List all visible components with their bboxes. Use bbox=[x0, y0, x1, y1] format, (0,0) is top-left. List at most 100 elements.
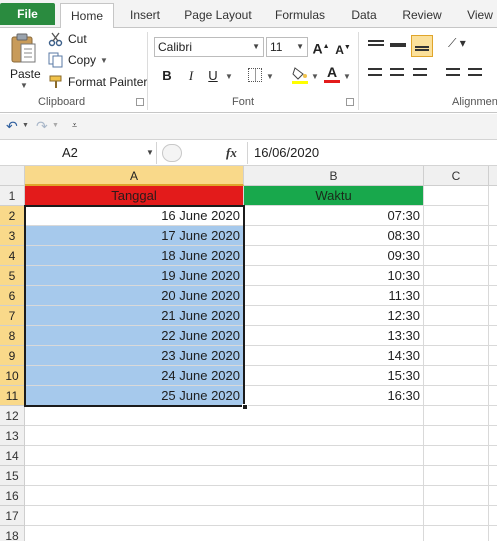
decrease-indent-button[interactable] bbox=[446, 68, 462, 82]
align-center-button[interactable] bbox=[390, 68, 406, 82]
redo-icon[interactable]: ↷ bbox=[36, 118, 48, 135]
row-header[interactable]: 2 bbox=[0, 206, 25, 226]
row-header[interactable]: 6 bbox=[0, 286, 25, 306]
row-header[interactable]: 10 bbox=[0, 366, 25, 386]
cell-date[interactable]: 16 June 2020 bbox=[25, 206, 244, 226]
name-box[interactable]: A2 ▼ bbox=[0, 142, 157, 164]
tab-page-layout[interactable]: Page Layout bbox=[180, 3, 256, 28]
cell-time[interactable]: 15:30 bbox=[244, 366, 424, 386]
cell-date[interactable]: 20 June 2020 bbox=[25, 286, 244, 306]
font-family-select[interactable]: Calibri ▼ bbox=[154, 37, 264, 57]
align-bottom-icon bbox=[415, 46, 429, 51]
cell-time[interactable]: 11:30 bbox=[244, 286, 424, 306]
cell-time[interactable]: 10:30 bbox=[244, 266, 424, 286]
tab-data[interactable]: Data bbox=[345, 3, 383, 28]
align-left-button[interactable] bbox=[368, 68, 384, 82]
tab-file[interactable]: File bbox=[0, 3, 55, 25]
row-header[interactable]: 8 bbox=[0, 326, 25, 346]
column-header-c[interactable]: C bbox=[424, 166, 489, 186]
underline-button[interactable]: U bbox=[204, 66, 222, 86]
cell-date[interactable]: 25 June 2020 bbox=[25, 386, 244, 406]
row-header[interactable]: 1 bbox=[0, 186, 25, 206]
text-orientation-icon: ⟋ ▾ bbox=[448, 36, 466, 50]
cell-date[interactable]: 18 June 2020 bbox=[25, 246, 244, 266]
font-color-button[interactable]: A bbox=[324, 64, 340, 84]
alignment-group-label: Alignmen bbox=[452, 96, 497, 108]
tab-home[interactable]: Home bbox=[60, 3, 114, 29]
bold-button[interactable]: B bbox=[158, 66, 176, 86]
select-all-corner[interactable] bbox=[0, 166, 25, 186]
clipboard-launcher-icon[interactable] bbox=[136, 98, 144, 106]
chevron-down-icon[interactable]: ▼ bbox=[22, 122, 29, 129]
column-header-a[interactable]: A bbox=[25, 166, 244, 186]
borders-button[interactable] bbox=[248, 68, 262, 82]
chevron-down-icon[interactable]: ▼ bbox=[52, 122, 59, 129]
tab-review[interactable]: Review bbox=[398, 3, 446, 28]
formula-bar-splitter[interactable] bbox=[162, 144, 182, 162]
chevron-down-icon: ▼ bbox=[311, 72, 319, 81]
align-right-button[interactable] bbox=[413, 68, 429, 82]
row-header[interactable]: 7 bbox=[0, 306, 25, 326]
cut-button[interactable]: Cut bbox=[48, 31, 87, 47]
row-header[interactable]: 11 bbox=[0, 386, 25, 406]
cell-time[interactable]: 14:30 bbox=[244, 346, 424, 366]
cell-date[interactable]: 21 June 2020 bbox=[25, 306, 244, 326]
align-top-button[interactable] bbox=[368, 38, 384, 52]
font-launcher-icon[interactable] bbox=[346, 98, 354, 106]
align-left-icon bbox=[368, 68, 382, 76]
align-middle-button[interactable] bbox=[390, 38, 406, 52]
chevron-down-icon: ▼ bbox=[266, 72, 274, 81]
cell-time[interactable]: 13:30 bbox=[244, 326, 424, 346]
align-top-icon bbox=[368, 40, 384, 46]
row-header[interactable]: 18 bbox=[0, 526, 25, 541]
row-header[interactable]: 16 bbox=[0, 486, 25, 506]
cell-date[interactable]: 23 June 2020 bbox=[25, 346, 244, 366]
align-bottom-button[interactable] bbox=[411, 35, 433, 57]
cell-date[interactable]: 24 June 2020 bbox=[25, 366, 244, 386]
column-header-d[interactable] bbox=[489, 166, 497, 186]
copy-button[interactable]: Copy ▼ bbox=[48, 52, 108, 68]
row-header[interactable]: 9 bbox=[0, 346, 25, 366]
formula-input[interactable]: 16/06/2020 bbox=[247, 142, 497, 164]
row-header[interactable]: 13 bbox=[0, 426, 25, 446]
row-header[interactable]: 4 bbox=[0, 246, 25, 266]
tab-view[interactable]: View bbox=[462, 3, 497, 28]
paste-button[interactable]: Paste ▼ bbox=[6, 32, 42, 90]
cell-time[interactable]: 09:30 bbox=[244, 246, 424, 266]
row-header[interactable]: 12 bbox=[0, 406, 25, 426]
group-divider bbox=[147, 32, 148, 110]
grow-font-button[interactable]: A▲ bbox=[312, 37, 330, 57]
row-header[interactable]: 5 bbox=[0, 266, 25, 286]
insert-function-icon[interactable]: fx bbox=[226, 145, 237, 161]
font-color-bar bbox=[324, 80, 340, 83]
cell-time[interactable]: 07:30 bbox=[244, 206, 424, 226]
tab-insert[interactable]: Insert bbox=[124, 3, 166, 28]
row-header[interactable]: 14 bbox=[0, 446, 25, 466]
cell-time[interactable]: 08:30 bbox=[244, 226, 424, 246]
cell-time[interactable]: 12:30 bbox=[244, 306, 424, 326]
cell-date[interactable]: 22 June 2020 bbox=[25, 326, 244, 346]
cell-date[interactable]: 19 June 2020 bbox=[25, 266, 244, 286]
font-size-select[interactable]: 11 ▼ bbox=[266, 37, 308, 57]
shrink-font-button[interactable]: A▼ bbox=[334, 38, 352, 58]
cell-time[interactable]: 16:30 bbox=[244, 386, 424, 406]
cell[interactable] bbox=[424, 186, 489, 206]
cell-a1-tanggal-header[interactable]: Tanggal bbox=[25, 186, 244, 206]
format-painter-button[interactable]: Format Painter bbox=[48, 74, 147, 90]
customize-toolbar-icon[interactable]: ⩡ bbox=[72, 120, 77, 131]
cell-b1-waktu-header[interactable]: Waktu bbox=[244, 186, 424, 206]
row-header[interactable]: 15 bbox=[0, 466, 25, 486]
chevron-down-icon: ▼ bbox=[146, 148, 154, 157]
cell-date[interactable]: 17 June 2020 bbox=[25, 226, 244, 246]
undo-icon[interactable]: ↶ bbox=[6, 118, 18, 135]
italic-button[interactable]: I bbox=[182, 66, 200, 86]
orientation-button[interactable]: ⟋ ▾ bbox=[448, 36, 470, 52]
increase-indent-button[interactable] bbox=[468, 68, 484, 82]
column-header-b[interactable]: B bbox=[244, 166, 424, 186]
fill-color-button[interactable] bbox=[291, 65, 309, 85]
worksheet-grid: A B C 1 2 3 4 5 6 7 8 9 10 11 12 13 14 1… bbox=[0, 166, 497, 541]
tab-formulas[interactable]: Formulas bbox=[270, 3, 330, 28]
paste-icon bbox=[11, 33, 36, 63]
row-header[interactable]: 3 bbox=[0, 226, 25, 246]
row-header[interactable]: 17 bbox=[0, 506, 25, 526]
